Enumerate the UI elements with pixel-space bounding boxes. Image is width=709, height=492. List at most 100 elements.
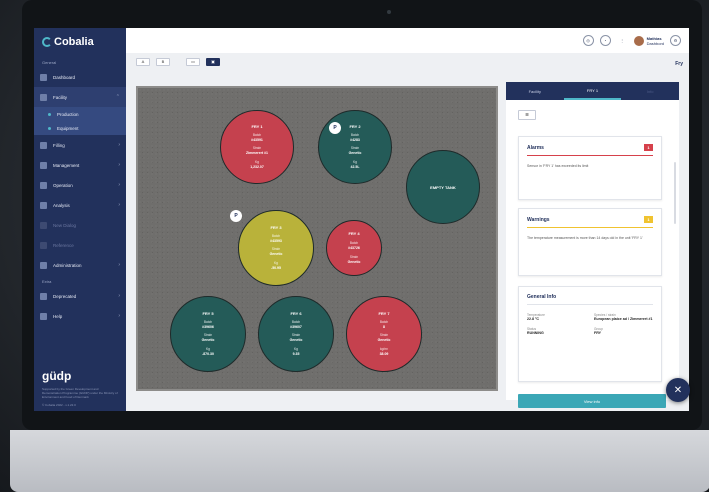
tab-info[interactable]: Info [621, 82, 679, 100]
sidebar-item-label: Filling [53, 142, 65, 148]
alarm-message: Sensor in 'FRY 1' has exceeded its limit [527, 164, 589, 168]
tab-facility[interactable]: Facility [506, 82, 564, 100]
chevron-right-icon: › [118, 293, 120, 299]
info-value: European plaice ad / Zimmerert #1 [594, 317, 653, 321]
pin-marker[interactable]: P [329, 122, 341, 134]
monitor-chin [10, 430, 709, 492]
tank-value: Zimmerert #1 [246, 151, 268, 156]
section-general-label: General [42, 60, 57, 65]
sidebar-item-label: Deprecated [53, 293, 77, 299]
chevron-right-icon: › [118, 142, 120, 148]
panel-scrollbar[interactable] [674, 162, 676, 224]
sidebar-item-production[interactable]: Production [34, 107, 126, 121]
sidebar-item-help[interactable]: Help › [34, 306, 126, 326]
tank-key: Strain [291, 333, 301, 338]
sidebar-item-label: Facility [53, 94, 68, 100]
sidebar-item-administration[interactable]: Administration › [34, 255, 126, 275]
app-screen: Cobalia General Dashboard Facility ⌃ Prod… [34, 28, 689, 411]
sidebar-item-label: Reference [53, 242, 74, 248]
admin-icon [40, 261, 47, 269]
sidebar-item-equipment[interactable]: Equipment [34, 121, 126, 135]
more-icon[interactable]: ⋮ [617, 35, 628, 46]
close-fab-button[interactable]: ✕ [666, 378, 690, 402]
fryer-tank[interactable]: FRY 6 Batch #39607 Strain Genetic Kg 9.35 [258, 296, 334, 372]
user-role: Dashbord [646, 40, 664, 46]
toolbar-button-b[interactable]: B [156, 58, 170, 66]
sidebar-item-deprecated[interactable]: Deprecated › [34, 286, 126, 306]
tank-key: kg/m² [380, 347, 388, 352]
tank-key: Strain [271, 247, 281, 252]
tank-title: FRY 2 [349, 124, 361, 130]
fryer-tank[interactable]: FRY 4 Batch #43726 Strain Genetic [326, 220, 382, 276]
warnings-title: Warnings [527, 216, 550, 223]
sidebar-item-label: Production [57, 111, 79, 117]
app-logo[interactable]: Cobalia [34, 28, 126, 56]
tank-value: #43593 [270, 238, 282, 243]
fryer-tank[interactable]: FRY 5 Batch #39606 Strain Genetic Kg -870.3… [170, 296, 246, 372]
details-panel: Facility FRY 1 Info ☰ Alarms 1 Sensor in … [506, 82, 679, 408]
sidebar-item-label: Administration [53, 262, 82, 268]
help-icon [40, 312, 47, 320]
floor-plan: FRY 1 Batch #43591 Strain Zimmerert #1 Kg 1… [136, 86, 498, 391]
view-toolbar: A B ▭ ▣ [136, 58, 220, 66]
tank-key: Strain [349, 254, 359, 259]
tank-value: 1,232.07 [250, 164, 264, 169]
toolbar-button-a[interactable]: A [136, 58, 150, 66]
sidebar-item-dashboard[interactable]: Dashboard [34, 67, 126, 87]
tank-key: Batch [350, 132, 360, 137]
tank-key: Strain [203, 333, 213, 338]
dialog-icon [40, 221, 47, 229]
tank-value: -870.30 [202, 352, 214, 357]
tank-key: Kg [294, 347, 298, 352]
chevron-up-icon: ⌃ [115, 94, 120, 100]
fryer-tank[interactable]: FRY 2 Batch #4283 Strain Genetic Kg 42.5L [318, 110, 392, 184]
bullet-icon [48, 126, 51, 130]
general-divider [527, 304, 653, 305]
fryer-tank[interactable]: EMPTY TANK [406, 150, 480, 224]
alarms-card: Alarms 1 Sensor in 'FRY 1' has exceeded i… [518, 136, 662, 200]
page-title: Fry [675, 61, 683, 67]
sidebar-item-analysis[interactable]: Analysis › [34, 195, 126, 215]
tank-key: Kg [274, 261, 278, 266]
fryer-tank[interactable]: FRY 1 Batch #43591 Strain Zimmerert #1 Kg 1… [220, 110, 294, 184]
status-icon[interactable]: ◎ [582, 35, 594, 46]
tank-value: #43591 [251, 137, 263, 142]
info-value: RUNNING [527, 331, 544, 335]
sidebar-item-reference[interactable]: Reference [34, 235, 126, 255]
filter-button[interactable]: ☰ [518, 110, 536, 120]
user-menu[interactable]: Mathias Dashbord [633, 35, 664, 46]
fryer-tank[interactable]: FRY 3 Batch #43593 Strain Genetic Kg -50.95 [238, 210, 314, 286]
tank-key: Batch [291, 319, 301, 324]
avatar [633, 35, 644, 46]
chevron-right-icon: › [118, 162, 120, 168]
notification-icon[interactable]: ◔ [599, 35, 611, 46]
tank-key: Batch [379, 319, 389, 324]
list-view-button[interactable]: ▭ [186, 58, 200, 66]
tank-value: Genetic [289, 338, 303, 343]
tank-value: 42.5L [350, 164, 360, 169]
funding-text: Supported by the Green Development and D… [42, 387, 118, 399]
sidebar-item-management[interactable]: Management › [34, 155, 126, 175]
sidebar-item-label: Equipment [57, 125, 79, 131]
sidebar-item-filling[interactable]: Filling › [34, 135, 126, 155]
settings-icon[interactable]: ⚙ [670, 35, 681, 46]
management-icon [40, 161, 47, 169]
sidebar-item-new-dialog[interactable]: New Dialog [34, 215, 126, 235]
sidebar-item-label: New Dialog [53, 222, 77, 228]
tank-key: Strain [379, 333, 389, 338]
tab-fry-1[interactable]: FRY 1 [563, 82, 622, 100]
tank-key: Batch [203, 319, 213, 324]
bullet-icon [48, 112, 51, 116]
sidebar-item-operation[interactable]: Operation › [34, 175, 126, 195]
section-extra-label: Extra [42, 279, 52, 284]
sidebar-item-facility[interactable]: Facility ⌃ [34, 87, 126, 107]
warnings-count-badge: 1 [644, 216, 653, 223]
tank-value: #43726 [348, 245, 360, 250]
map-view-button[interactable]: ▣ [206, 58, 220, 66]
fryer-tank[interactable]: FRY 7 Batch 8 Strain Genetic kg/m² 38.09 [346, 296, 422, 372]
tank-title: FRY 1 [251, 124, 263, 130]
chevron-right-icon: › [118, 182, 120, 188]
pin-marker[interactable]: P [230, 210, 242, 222]
view-info-button[interactable]: View info [518, 394, 666, 408]
tank-key: Strain [252, 146, 262, 151]
